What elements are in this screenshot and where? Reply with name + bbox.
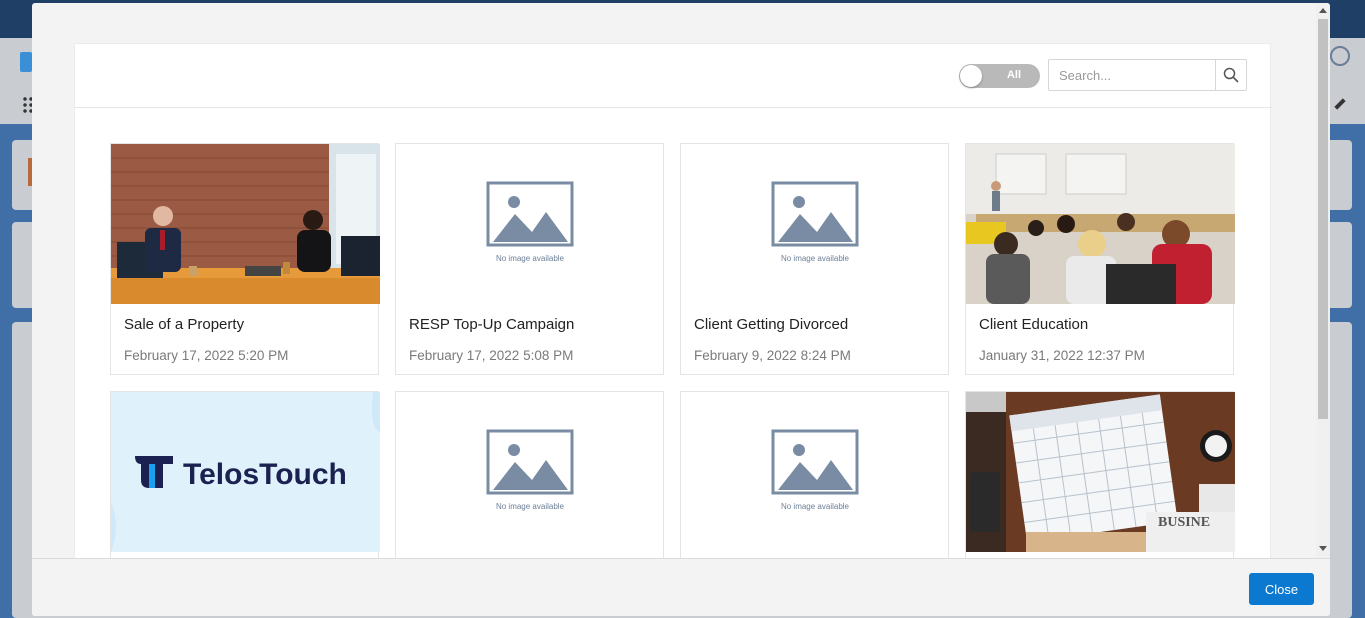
image-placeholder-icon: No image available [771,181,859,263]
template-picker-modal: All Search... Sale of a Property Februar… [32,3,1330,616]
template-card[interactable]: No image available [680,391,949,558]
no-image-placeholder: No image available [396,144,665,304]
svg-text:BUSINE: BUSINE [1158,515,1210,530]
card-title: Sale of a Property [124,316,245,333]
template-card[interactable]: TelosTouch [110,391,380,558]
vertical-scrollbar[interactable] [1316,3,1330,558]
card-title: Client Education [979,316,1089,333]
search-box [1048,59,1247,91]
toggle-knob [960,65,982,87]
template-panel: All Search... Sale of a Property Februar… [74,43,1272,558]
search-button[interactable] [1215,60,1246,90]
telostouch-logo: TelosTouch [111,392,380,552]
office-meeting-image [111,144,380,304]
scroll-up-arrow-icon[interactable] [1319,8,1327,13]
scroll-down-arrow-icon[interactable] [1319,546,1327,551]
toggle-label: All [1006,69,1022,81]
placeholder-caption: No image available [781,502,850,511]
close-button[interactable]: Close [1249,573,1314,605]
no-image-placeholder: No image available [681,144,950,304]
svg-text:TelosTouch: TelosTouch [183,458,347,491]
panel-header: All [75,44,1272,108]
all-filter-toggle[interactable]: All [959,64,1040,88]
no-image-placeholder: No image available [681,392,950,552]
image-placeholder-icon: No image available [771,429,859,511]
placeholder-caption: No image available [496,254,565,263]
search-icon [1223,67,1239,83]
template-card[interactable]: No image available [395,391,664,558]
image-placeholder-icon: No image available [486,181,574,263]
card-date: February 9, 2022 8:24 PM [694,348,851,363]
card-date: February 17, 2022 5:08 PM [409,348,574,363]
card-title: RESP Top-Up Campaign [409,316,575,333]
template-card[interactable]: BUSINE [965,391,1235,558]
modal-footer: Close [32,558,1330,616]
background-globe-icon [1330,46,1350,66]
card-date: January 31, 2022 12:37 PM [979,348,1145,363]
placeholder-caption: No image available [781,254,850,263]
placeholder-caption: No image available [496,502,565,511]
calendar-desk-image: BUSINE [966,392,1235,552]
template-card[interactable]: No image available RESP Top-Up Campaign … [395,143,664,375]
card-title: Client Getting Divorced [694,316,849,333]
scroll-thumb[interactable] [1318,19,1328,419]
telostouch-logo-image: TelosTouch [111,392,380,552]
template-card[interactable]: No image available Client Getting Divorc… [680,143,949,375]
card-date: February 17, 2022 5:20 PM [124,348,289,363]
classroom-image [966,144,1235,304]
image-placeholder-icon: No image available [486,429,574,511]
background-logo-icon [20,52,32,72]
modal-scroll-area: All Search... Sale of a Property Februar… [32,3,1316,558]
template-card[interactable]: Client Education January 31, 2022 12:37 … [965,143,1235,375]
search-input[interactable] [1049,60,1215,90]
no-image-placeholder: No image available [396,392,665,552]
template-card[interactable]: Sale of a Property February 17, 2022 5:2… [110,143,380,375]
